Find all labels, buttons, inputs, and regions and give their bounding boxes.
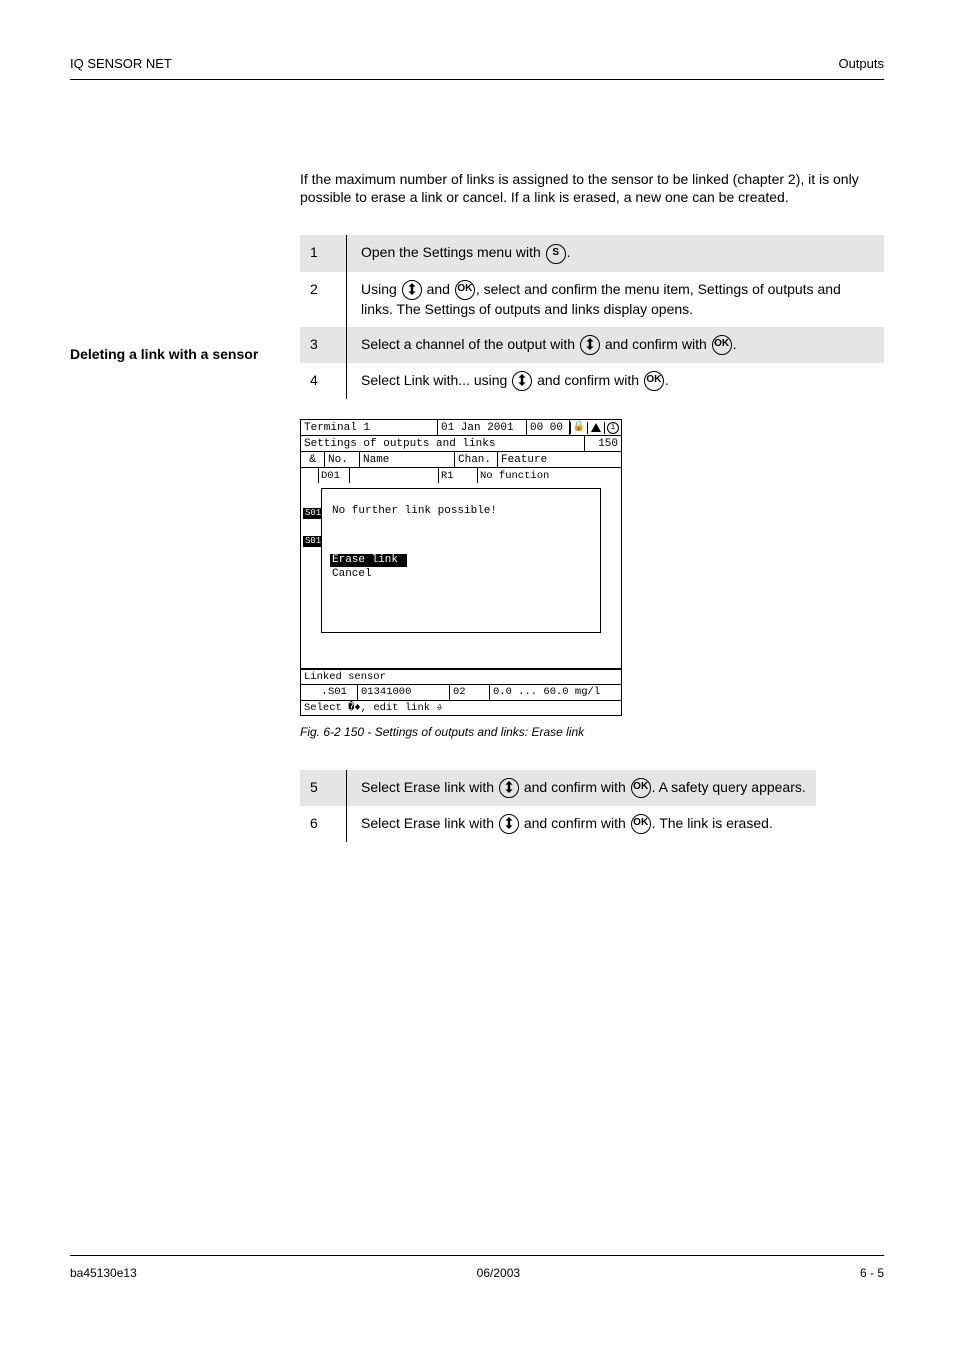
partial-c3: R1 [439, 468, 478, 483]
partial-c4: No function [478, 468, 621, 483]
header-right: Outputs [838, 55, 884, 73]
ok-key-icon: OK [712, 335, 732, 355]
linked-sensor-row: S01 01341000 02 0.0 ... 60.0 mg/l [301, 684, 621, 699]
page-header: IQ SENSOR NET Outputs [70, 55, 884, 73]
ok-key-icon: OK [631, 778, 651, 798]
terminal-time: 00 00 [527, 420, 570, 435]
updown-key-icon [512, 371, 532, 391]
updown-key-icon [580, 335, 600, 355]
lock-icon: 🔒 [570, 422, 587, 434]
sensor-c4: 0.0 ... 60.0 mg/l [490, 685, 621, 699]
option-cancel[interactable]: Cancel [330, 568, 407, 581]
sensor-c3: 02 [450, 685, 490, 699]
step-text: Select Link with... using and confirm wi… [347, 363, 885, 399]
dialog-message: No further link possible! [332, 505, 592, 518]
status-icons: 🔒 i [570, 422, 621, 434]
option-erase-link[interactable]: Erase link [330, 554, 407, 567]
terminal-date: 01 Jan 2001 [438, 420, 527, 435]
s-key-icon: S [546, 244, 566, 264]
step-number: 6 [300, 806, 347, 842]
ok-key-icon: OK [455, 280, 475, 300]
terminal-body: D01 R1 No function S01 S01 No further li… [301, 468, 621, 669]
footer-rule [70, 1255, 884, 1256]
terminal-screenshot: Terminal 1 01 Jan 2001 00 00 🔒 i Setting… [300, 419, 622, 715]
step-row: 6Select Erase link with and confirm with… [300, 806, 816, 842]
page-footer: ba45130e13 06/2003 6 - 5 [70, 1265, 884, 1281]
step-number: 1 [300, 235, 347, 271]
info-icon: i [604, 422, 621, 434]
updown-key-icon [402, 280, 422, 300]
step-number: 2 [300, 272, 347, 327]
col-head-3: Chan. [455, 452, 498, 467]
dialog-box: No further link possible! Erase link Can… [321, 488, 601, 633]
sensor-c0 [301, 692, 325, 694]
step-row: 5Select Erase link with and confirm with… [300, 770, 816, 806]
col-head-1: No. [325, 452, 360, 467]
terminal-hint: Select �♦, edit link ⎀ [301, 700, 621, 715]
step-number: 5 [300, 770, 347, 806]
step-text: Select Erase link with and confirm with … [347, 770, 816, 806]
step-text: Select a channel of the output with and … [347, 327, 885, 363]
side-heading: Deleting a link with a sensor [70, 345, 260, 364]
step-row: 2Using and OK, select and confirm the me… [300, 272, 884, 327]
terminal-title: Terminal 1 [301, 420, 438, 435]
partial-c1: D01 [319, 468, 350, 483]
steps-table-2: 5Select Erase link with and confirm with… [300, 770, 816, 843]
col-head-2: Name [360, 452, 455, 467]
header-rule [70, 79, 884, 80]
terminal-code: 150 [584, 436, 621, 451]
sensor-c2: 01341000 [358, 685, 450, 699]
step-number: 4 [300, 363, 347, 399]
step-text: Open the Settings menu with S. [347, 235, 885, 271]
linked-sensor-label: Linked sensor [301, 669, 621, 684]
sensor-c1: S01 [325, 685, 358, 699]
col-head-0: & [301, 452, 325, 467]
step-row: 1Open the Settings menu with S. [300, 235, 884, 271]
step-number: 3 [300, 327, 347, 363]
step-text: Using and OK, select and confirm the men… [347, 272, 885, 327]
figure-caption: Fig. 6-2 150 - Settings of outputs and l… [300, 724, 884, 740]
footer-left: ba45130e13 [70, 1265, 137, 1281]
col-head-4: Feature [498, 452, 621, 467]
footer-center: 06/2003 [477, 1265, 520, 1281]
intro-paragraph: If the maximum number of links is assign… [300, 170, 860, 208]
header-left: IQ SENSOR NET [70, 55, 172, 73]
ok-key-icon: OK [644, 371, 664, 391]
warning-icon [587, 422, 604, 434]
step-row: 4Select Link with... using and confirm w… [300, 363, 884, 399]
updown-key-icon [499, 778, 519, 798]
steps-table-1: 1Open the Settings menu with S.2Using an… [300, 235, 884, 399]
step-row: 3Select a channel of the output with and… [300, 327, 884, 363]
terminal-subtitle: Settings of outputs and links [301, 436, 584, 451]
footer-right: 6 - 5 [860, 1265, 884, 1281]
step-text: Select Erase link with and confirm with … [347, 806, 816, 842]
updown-key-icon [499, 814, 519, 834]
ok-key-icon: OK [631, 814, 651, 834]
